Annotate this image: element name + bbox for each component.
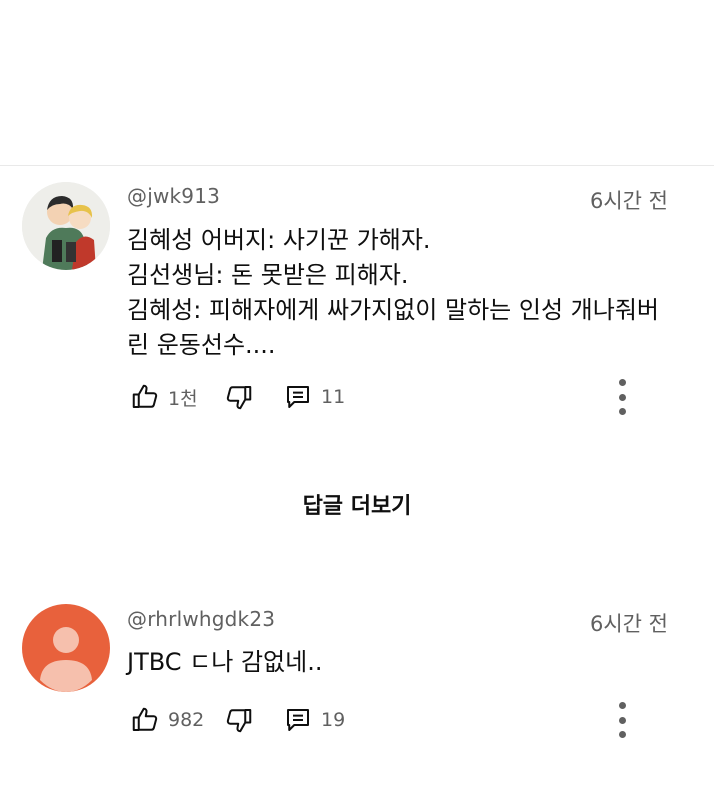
- more-vert-icon: [618, 408, 626, 415]
- reply-button[interactable]: 19: [283, 700, 345, 740]
- like-count: 1천: [168, 387, 198, 410]
- comment-line: 김혜성: 피해자에게 싸가지없이 말하는 인성 개나줘버: [127, 296, 659, 324]
- comment-line: 린 운동선수....: [127, 331, 276, 359]
- more-vert-icon: [618, 731, 626, 738]
- reply-count: 11: [321, 386, 346, 408]
- comment-timestamp[interactable]: 6시간 전: [590, 608, 668, 638]
- default-avatar-icon: [40, 627, 92, 692]
- reply-count: 19: [321, 709, 346, 731]
- more-vert-icon: [618, 716, 626, 724]
- avatar[interactable]: [22, 182, 110, 270]
- comment-author[interactable]: @rhrlwhgdk23: [127, 607, 275, 631]
- comment-line: 김선생님: 돈 못받은 피해자.: [127, 261, 409, 289]
- comment-actions: 982 19: [127, 700, 687, 740]
- more-vert-icon: [618, 702, 626, 709]
- comment-icon: [287, 386, 309, 408]
- more-vert-icon: [618, 379, 626, 386]
- dislike-button[interactable]: [224, 700, 254, 740]
- dislike-button[interactable]: [224, 377, 254, 417]
- like-button[interactable]: 1천: [130, 377, 198, 417]
- comment-timestamp[interactable]: 6시간 전: [590, 185, 668, 215]
- thumbs-up-icon: [132, 384, 158, 408]
- top-divider: [0, 165, 714, 166]
- more-vert-icon: [618, 393, 626, 401]
- avatar[interactable]: [22, 604, 110, 692]
- thumbs-down-icon: [226, 386, 252, 410]
- comment-author[interactable]: @jwk913: [127, 184, 220, 208]
- comment-icon: [287, 709, 309, 731]
- view-more-replies-button[interactable]: 답글 더보기: [0, 488, 714, 520]
- comment-actions: 1천 11: [127, 377, 687, 417]
- reply-button[interactable]: 11: [283, 377, 345, 417]
- thumbs-down-icon: [226, 709, 252, 733]
- comment-line: 김혜성 어버지: 사기꾼 가해자.: [127, 226, 431, 254]
- more-options-button[interactable]: [615, 379, 629, 415]
- thumbs-up-icon: [132, 707, 158, 731]
- comment-line: JTBC ㄷ나 감없네..: [127, 648, 323, 676]
- cartoon-avatar-icon: [22, 182, 110, 270]
- comment-text: JTBC ㄷ나 감없네..: [127, 645, 672, 680]
- like-button[interactable]: 982: [130, 700, 204, 740]
- comment-text: 김혜성 어버지: 사기꾼 가해자. 김선생님: 돈 못받은 피해자. 김혜성: …: [127, 223, 672, 363]
- like-count: 982: [168, 709, 205, 731]
- more-options-button[interactable]: [615, 702, 629, 738]
